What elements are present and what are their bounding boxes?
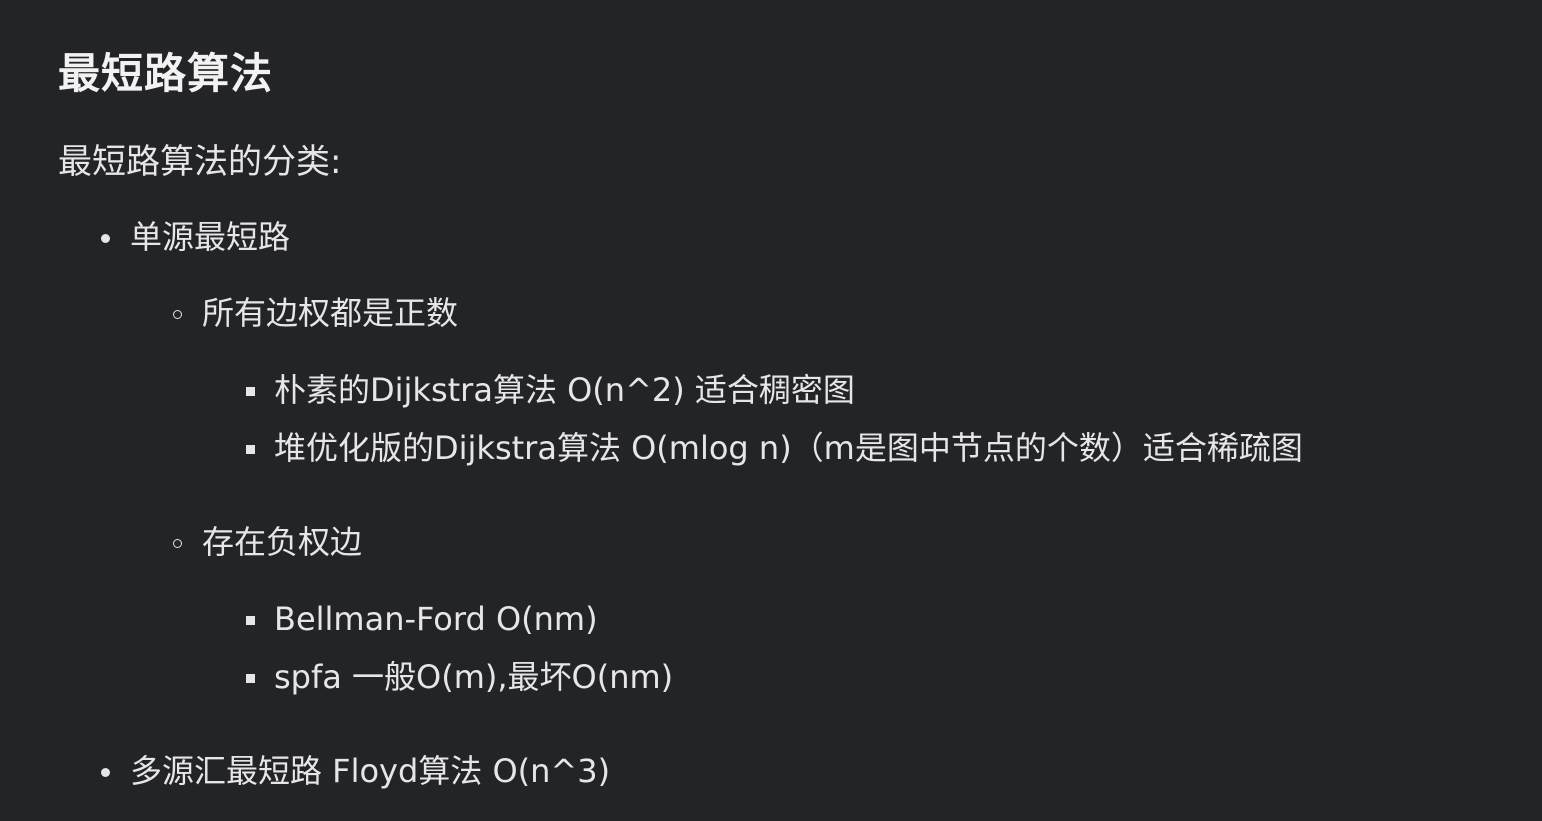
page-title: 最短路算法 bbox=[58, 49, 274, 98]
bullet-disc-icon bbox=[101, 768, 110, 777]
bullet-square-icon bbox=[246, 445, 255, 454]
list-item-multi-source: 多源汇最短路 Floyd算法 O(n^3) bbox=[130, 752, 611, 790]
bullet-square-icon bbox=[246, 387, 255, 396]
list-item-single-source: 单源最短路 bbox=[130, 218, 291, 256]
list-item-spfa: spfa 一般O(m),最坏O(nm) bbox=[274, 658, 674, 696]
bullet-circle-icon bbox=[173, 310, 182, 319]
bullet-disc-icon bbox=[101, 234, 110, 243]
list-item-positive-weights: 所有边权都是正数 bbox=[202, 294, 459, 332]
bullet-circle-icon bbox=[173, 539, 182, 548]
list-item-negative-weights: 存在负权边 bbox=[202, 523, 363, 561]
list-item-bellman-ford: Bellman-Ford O(nm) bbox=[274, 600, 598, 638]
list-item-dijkstra-naive: 朴素的Dijkstra算法 O(n^2) 适合稠密图 bbox=[274, 371, 855, 409]
intro-text: 最短路算法的分类: bbox=[58, 142, 342, 182]
bullet-square-icon bbox=[246, 674, 255, 683]
list-item-dijkstra-heap: 堆优化版的Dijkstra算法 O(mlog n)（m是图中节点的个数）适合稀疏… bbox=[274, 429, 1303, 467]
bullet-square-icon bbox=[246, 616, 255, 625]
